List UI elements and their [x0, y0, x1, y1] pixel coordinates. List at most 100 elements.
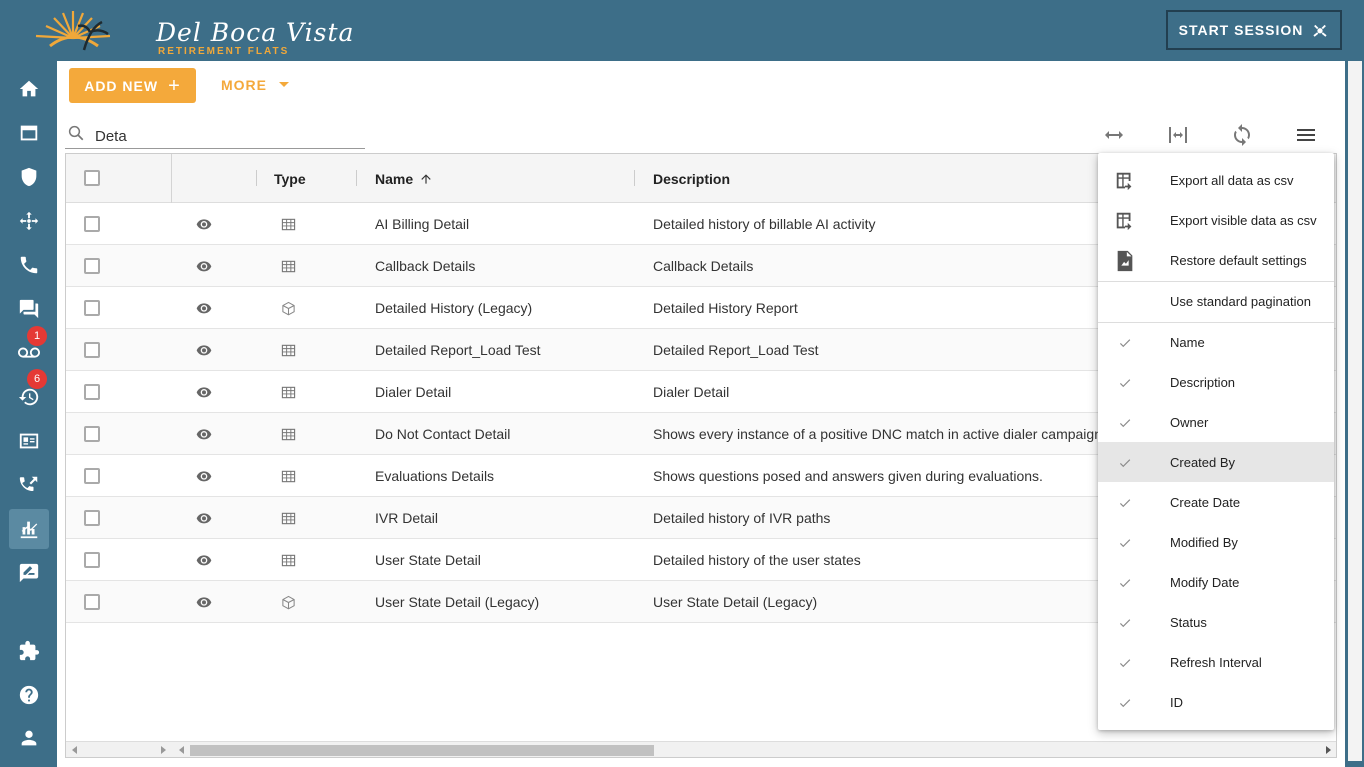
scrollbar-thumb[interactable] [190, 745, 654, 756]
column-toggle-label: Status [1170, 614, 1207, 630]
row-description: Detailed history of the user states [653, 552, 861, 568]
scroll-left-icon[interactable] [71, 746, 79, 754]
view-eye-icon[interactable] [196, 203, 216, 245]
column-toggle-item[interactable]: Modify Date [1098, 562, 1334, 602]
column-toggle-item[interactable]: Name [1098, 322, 1334, 362]
column-toggle-item[interactable]: Owner [1098, 402, 1334, 442]
column-header-description-label: Description [653, 170, 731, 187]
view-eye-icon[interactable] [196, 287, 216, 329]
column-toggle-item[interactable]: Created By [1098, 442, 1334, 482]
help-icon[interactable] [9, 675, 49, 715]
column-header-name[interactable]: Name [375, 154, 433, 203]
row-checkbox[interactable] [84, 300, 100, 316]
view-eye-icon[interactable] [196, 245, 216, 287]
table-grid-icon [281, 413, 299, 455]
select-all-checkbox[interactable] [84, 170, 100, 186]
add-new-button[interactable]: ADD NEW + [69, 68, 196, 103]
folder-icon[interactable] [9, 113, 49, 153]
export-all-csv-item[interactable]: Export all data as csv [1098, 160, 1334, 200]
view-eye-icon[interactable] [196, 413, 216, 455]
view-eye-icon[interactable] [196, 497, 216, 539]
restore-default-settings-item[interactable]: Restore default settings [1098, 240, 1334, 280]
autosize-columns-icon[interactable] [1166, 123, 1190, 147]
row-name[interactable]: Do Not Contact Detail [375, 413, 510, 455]
call-transfer-icon[interactable] [9, 465, 49, 505]
row-checkbox[interactable] [84, 216, 100, 232]
restore-settings-icon [1114, 250, 1136, 272]
more-button[interactable]: MORE [221, 77, 289, 93]
more-label: MORE [221, 77, 267, 93]
search-icon [68, 125, 84, 141]
shield-icon[interactable] [9, 157, 49, 197]
table-grid-icon [281, 455, 299, 497]
scroll-right-icon[interactable] [1324, 746, 1332, 754]
contact-card-icon[interactable] [9, 421, 49, 461]
column-toggle-item[interactable]: Modified By [1098, 522, 1334, 562]
row-name[interactable]: Callback Details [375, 245, 475, 287]
column-toggle-item[interactable]: Status [1098, 602, 1334, 642]
extension-icon[interactable] [9, 631, 49, 671]
export-visible-csv-item[interactable]: Export visible data as csv [1098, 200, 1334, 240]
view-eye-icon[interactable] [196, 455, 216, 497]
row-name[interactable]: IVR Detail [375, 497, 438, 539]
vertical-scrollbar[interactable] [1348, 61, 1362, 761]
logo[interactable]: Del Boca Vista RETIREMENT FLATS [28, 8, 353, 57]
view-eye-icon[interactable] [196, 539, 216, 581]
start-session-button[interactable]: START SESSION [1166, 10, 1342, 50]
column-separator [356, 170, 357, 186]
row-checkbox[interactable] [84, 468, 100, 484]
reports-icon[interactable] [9, 509, 49, 549]
home-icon[interactable] [9, 69, 49, 109]
phone-icon[interactable] [9, 245, 49, 285]
row-name[interactable]: AI Billing Detail [375, 203, 469, 245]
view-eye-icon[interactable] [196, 581, 216, 623]
row-checkbox[interactable] [84, 342, 100, 358]
check-icon [1114, 572, 1136, 594]
row-description: Dialer Detail [653, 384, 730, 400]
user-icon[interactable] [9, 718, 49, 758]
row-name[interactable]: User State Detail (Legacy) [375, 581, 539, 623]
scroll-left-icon[interactable] [178, 746, 186, 754]
check-icon [1114, 332, 1136, 354]
row-checkbox[interactable] [84, 426, 100, 442]
row-checkbox[interactable] [84, 510, 100, 526]
sort-ascending-icon [421, 173, 431, 184]
column-separator [634, 170, 635, 186]
row-checkbox[interactable] [84, 594, 100, 610]
check-icon [1114, 612, 1136, 634]
row-name[interactable]: Dialer Detail [375, 371, 451, 413]
column-toggle-label: Modified By [1170, 534, 1238, 550]
menu-icon[interactable] [1294, 123, 1318, 147]
column-toggle-item[interactable]: Create Date [1098, 482, 1334, 522]
view-eye-icon[interactable] [196, 329, 216, 371]
row-checkbox[interactable] [84, 552, 100, 568]
column-toggle-item[interactable]: ID [1098, 682, 1334, 722]
row-checkbox[interactable] [84, 258, 100, 274]
column-header-description[interactable]: Description [653, 154, 730, 203]
row-name[interactable]: Detailed Report_Load Test [375, 329, 541, 371]
row-name[interactable]: Detailed History (Legacy) [375, 287, 532, 329]
standard-pagination-item[interactable]: Use standard pagination [1098, 281, 1334, 321]
search-input[interactable] [93, 125, 353, 147]
column-toggle-item[interactable]: Description [1098, 362, 1334, 402]
refresh-icon[interactable] [1230, 123, 1254, 147]
table-grid-icon [281, 203, 299, 245]
row-checkbox[interactable] [84, 384, 100, 400]
start-session-label: START SESSION [1178, 22, 1304, 38]
row-name[interactable]: Evaluations Details [375, 455, 494, 497]
check-icon [1114, 692, 1136, 714]
fit-columns-icon[interactable] [1102, 123, 1126, 147]
chat-icon[interactable] [9, 289, 49, 329]
move-icon[interactable] [9, 201, 49, 241]
row-name[interactable]: User State Detail [375, 539, 481, 581]
column-toggle-item[interactable]: Refresh Interval [1098, 642, 1334, 682]
table-grid-icon [281, 539, 299, 581]
view-eye-icon[interactable] [196, 371, 216, 413]
column-header-type[interactable]: Type [274, 154, 306, 203]
feedback-icon[interactable] [9, 553, 49, 593]
row-description: Shows questions posed and answers given … [653, 468, 1043, 484]
scroll-right-icon[interactable] [159, 746, 167, 754]
horizontal-scrollbar[interactable] [66, 741, 1336, 757]
menu-item-label: Export all data as csv [1170, 172, 1294, 188]
cube-icon [281, 287, 299, 329]
